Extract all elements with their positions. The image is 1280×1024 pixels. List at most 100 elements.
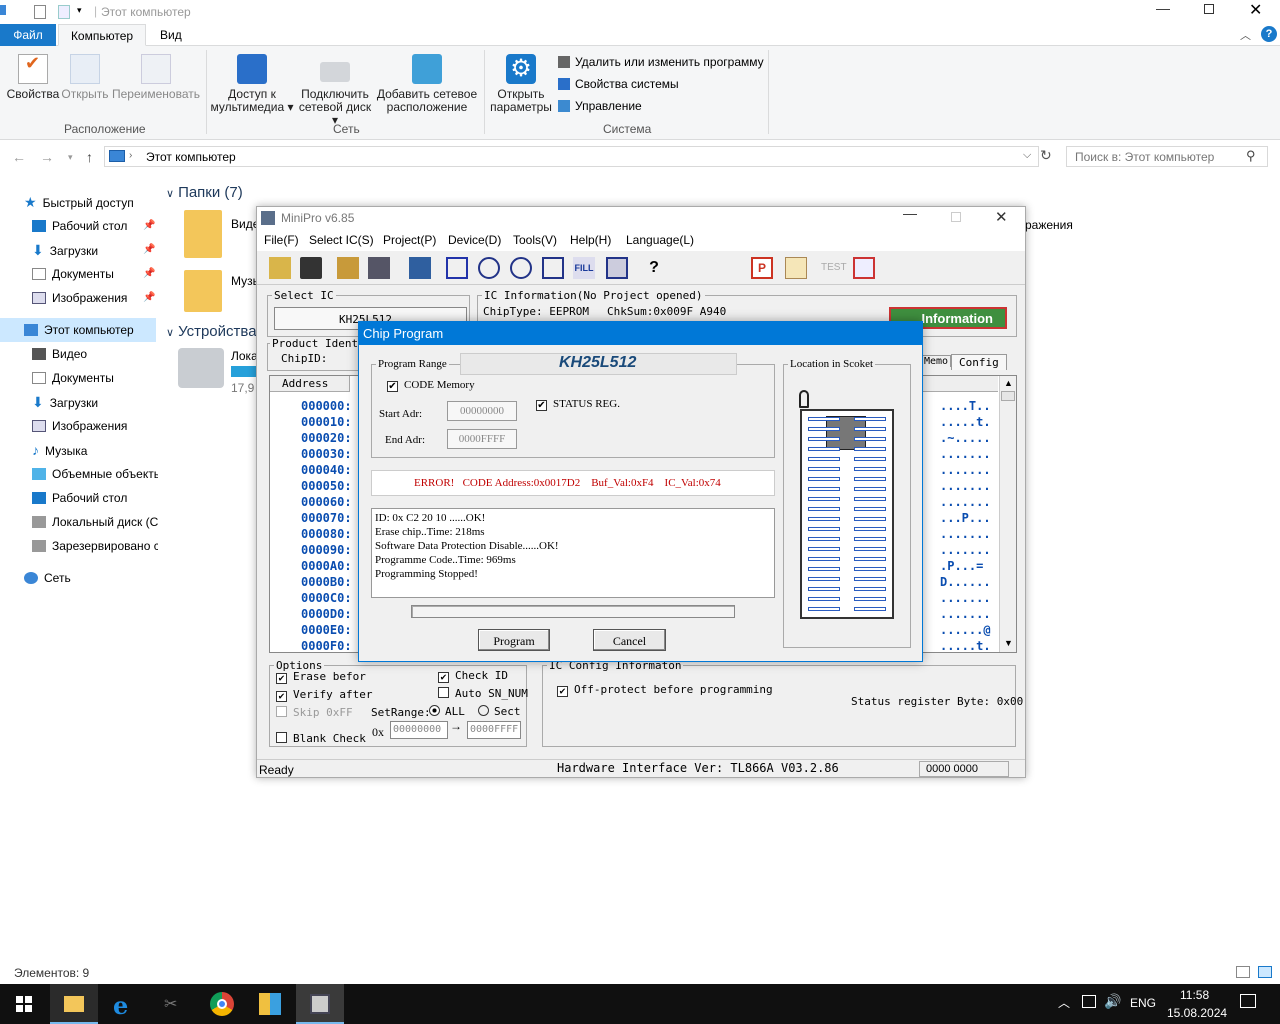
refresh-icon[interactable]: ↻ (1040, 147, 1052, 164)
open-settings-button[interactable]: ⚙ Открыть параметры (488, 54, 554, 114)
range-sect-radio[interactable]: Sect (478, 705, 521, 718)
properties-button[interactable]: ✔ Свойства (6, 54, 60, 101)
menu-language[interactable]: Language(L) (626, 233, 694, 247)
close-icon[interactable]: ✕ (1249, 0, 1262, 20)
folder-video[interactable] (184, 210, 222, 258)
read-icon[interactable] (446, 257, 468, 279)
add-network-location-button[interactable]: Добавить сетевое расположение (376, 54, 478, 114)
check-id-checkbox[interactable]: ✔ Check ID (438, 669, 508, 683)
menu-project[interactable]: Project(P) (383, 233, 436, 247)
scroll-down-icon[interactable]: ▼ (1004, 638, 1013, 648)
tray-chevron-icon[interactable]: ︿ (1058, 994, 1070, 1011)
sidebar-network[interactable]: Сеть (0, 566, 158, 590)
minipro-taskbar-icon[interactable] (296, 984, 344, 1024)
sidebar-item-documents[interactable]: Документы 📌 (0, 262, 158, 286)
sidebar-item-downloads[interactable]: ⬇ Загрузки 📌 (0, 238, 158, 262)
details-view-icon[interactable] (1236, 966, 1250, 978)
recent-dropdown-icon[interactable]: ▾ (68, 152, 73, 163)
about-icon[interactable]: ? (643, 257, 665, 279)
sidebar-pc-video[interactable]: Видео (0, 342, 158, 366)
erase-before-checkbox[interactable]: ✔ Erase befor (276, 670, 366, 684)
sidebar-pc-documents[interactable]: Документы (0, 366, 158, 390)
volume-tray-icon[interactable]: 🔊 (1104, 993, 1121, 1010)
test-icon[interactable]: TEST (820, 257, 847, 279)
sidebar-pc-desktop[interactable]: Рабочий стол (0, 486, 158, 510)
start-address-input[interactable]: 00000000 (447, 401, 517, 421)
menu-file[interactable]: File(F) (264, 233, 299, 247)
tab-view[interactable]: Вид (150, 24, 192, 46)
notifications-icon[interactable] (1240, 994, 1256, 1008)
production-mode-icon[interactable]: P (751, 257, 773, 279)
control-panel-icon[interactable] (246, 984, 294, 1024)
scroll-up-icon[interactable]: ▲ (1004, 378, 1013, 388)
open-file-icon[interactable] (269, 257, 291, 279)
end-address-input[interactable]: 0000FFFF (447, 429, 517, 449)
range-all-radio[interactable]: ALL (429, 705, 465, 718)
restore-icon[interactable] (1204, 4, 1214, 14)
properties-quick-icon[interactable] (34, 5, 46, 19)
menu-select-ic[interactable]: Select IC(S) (309, 233, 374, 247)
tools-taskbar-icon[interactable]: ✂ (150, 984, 198, 1024)
minipro-close-icon[interactable]: ✕ (995, 208, 1008, 226)
blank-check-icon[interactable] (542, 257, 564, 279)
menu-tools[interactable]: Tools(V) (513, 233, 557, 247)
uninstall-link[interactable]: Удалить или изменить программу (558, 55, 764, 69)
sidebar-quick-access[interactable]: ★ Быстрый доступ (0, 190, 158, 214)
menu-help[interactable]: Help(H) (570, 233, 611, 247)
sidebar-pc-disk-c[interactable]: Локальный диск (C (0, 510, 158, 534)
cancel-button[interactable]: Cancel (593, 629, 666, 651)
media-access-button[interactable]: Доступ к мультимедиа ▾ (210, 54, 294, 114)
clock-time[interactable]: 11:58 (1180, 988, 1209, 1002)
save-project-icon[interactable] (368, 257, 390, 279)
blank-check-checkbox[interactable]: Blank Check (276, 732, 366, 745)
disk-icon[interactable] (178, 348, 224, 388)
ribbon-collapse-icon[interactable]: ︿ (1240, 27, 1251, 43)
input-language[interactable]: ENG (1130, 996, 1156, 1010)
manage-link[interactable]: Управление (558, 99, 642, 113)
devices-header[interactable]: ∨ Устройства (166, 323, 257, 340)
program-icon[interactable] (478, 257, 500, 279)
windows-start-icon[interactable] (0, 984, 48, 1024)
chrome-icon[interactable] (198, 984, 246, 1024)
sidebar-pc-reserved[interactable]: Зарезервировано с (0, 534, 158, 558)
folders-header[interactable]: ∨ Папки (7) (166, 184, 243, 201)
newfolder-quick-icon[interactable] (58, 5, 70, 19)
program-log[interactable]: ID: 0x C2 20 10 ......OK! Erase chip..Ti… (371, 508, 775, 598)
skip-ff-checkbox[interactable]: Skip 0xFF (276, 706, 353, 719)
verify-icon[interactable] (510, 257, 532, 279)
scroll-thumb[interactable] (1001, 391, 1015, 401)
system-properties-link[interactable]: Свойства системы (558, 77, 679, 91)
internet-explorer-icon[interactable]: e (100, 984, 148, 1024)
clock-date[interactable]: 15.08.2024 (1167, 1006, 1227, 1020)
sidebar-item-pictures[interactable]: Изображения 📌 (0, 286, 158, 310)
sidebar-this-pc[interactable]: Этот компьютер (0, 318, 156, 342)
verify-after-checkbox[interactable]: ✔ Verify after (276, 688, 372, 702)
back-icon[interactable]: ← (12, 149, 26, 165)
minipro-minimize-icon[interactable]: — (903, 205, 917, 221)
rename-button[interactable]: Переименовать (112, 54, 200, 101)
sidebar-pc-pictures[interactable]: Изображения (0, 414, 158, 438)
hex-scrollbar[interactable]: ▲ ▼ (999, 376, 1016, 652)
minipro-maximize-icon[interactable] (951, 212, 961, 222)
status-reg-checkbox[interactable]: ✔ STATUS REG. (536, 398, 620, 411)
menu-device[interactable]: Device(D) (448, 233, 501, 247)
forward-icon[interactable]: → (40, 149, 54, 165)
edit-note-icon[interactable] (785, 257, 807, 279)
open-project-icon[interactable] (337, 257, 359, 279)
program-button[interactable]: Program (478, 629, 550, 651)
sidebar-pc-3d[interactable]: Объемные объекты (0, 462, 158, 486)
sidebar-item-desktop[interactable]: Рабочий стол 📌 (0, 214, 158, 238)
address-chevron-icon[interactable]: › (129, 150, 132, 161)
search-icon[interactable]: ⚲ (1246, 148, 1256, 164)
encrypt-icon[interactable] (606, 257, 628, 279)
tab-config[interactable]: Config (951, 354, 1007, 370)
sidebar-pc-downloads[interactable]: ⬇ Загрузки (0, 390, 158, 414)
tab-file[interactable]: Файл (0, 24, 56, 46)
sidebar-pc-music[interactable]: ♪ Музыка (0, 438, 158, 462)
chip-info-icon[interactable] (409, 257, 431, 279)
search-input[interactable]: Поиск в: Этот компьютер (1066, 146, 1268, 167)
off-protect-checkbox[interactable]: ✔ Off-protect before programming (557, 683, 773, 697)
address-bar[interactable]: › Этот компьютер ⌵ (104, 146, 1039, 167)
range-start-input[interactable]: 00000000 (390, 721, 448, 739)
file-explorer-taskbar-icon[interactable] (50, 984, 98, 1024)
